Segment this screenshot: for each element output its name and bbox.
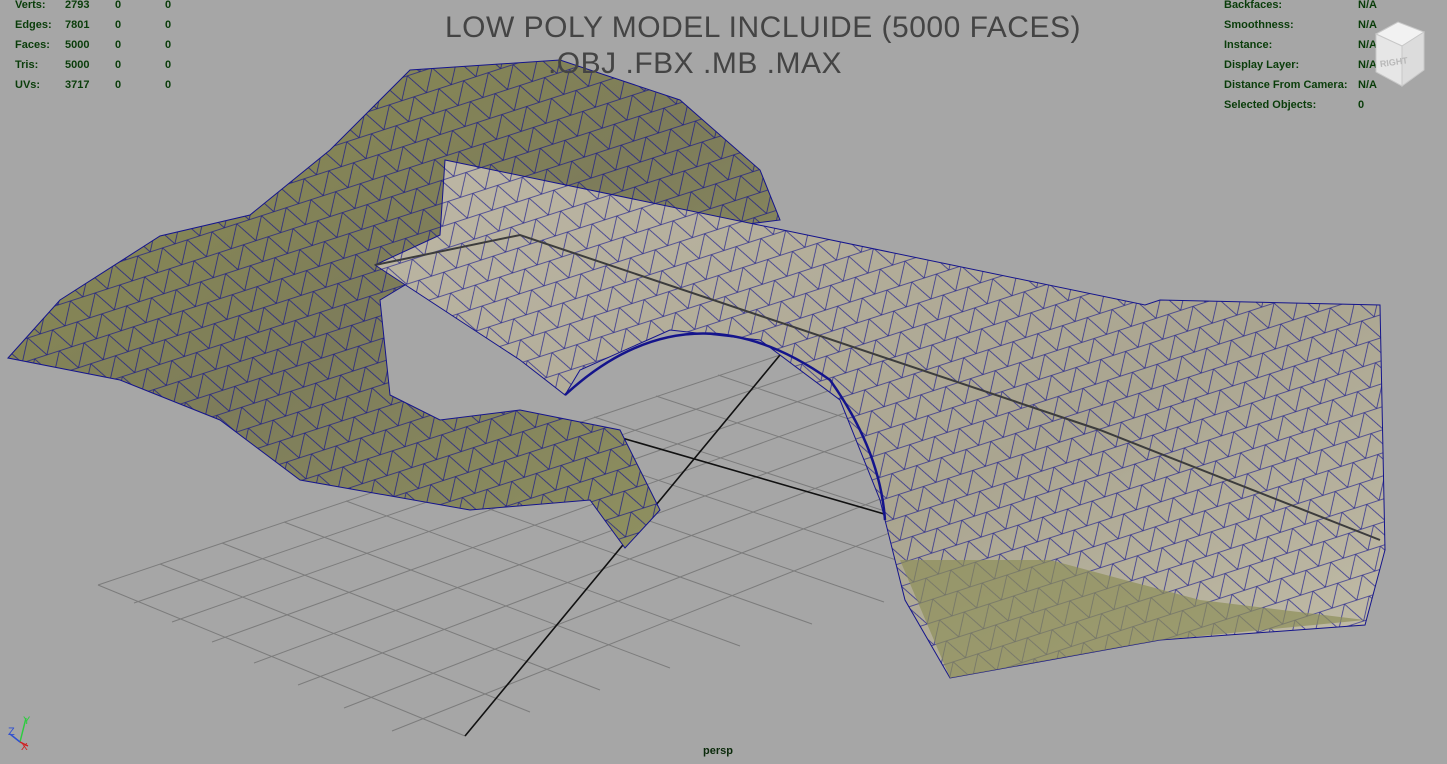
axis-gizmo: Y Z X — [8, 715, 31, 752]
title-line-1: LOW POLY MODEL INCLUIDE (5000 FACES) — [445, 11, 1081, 44]
hud-value: 5000 — [65, 39, 90, 51]
hud-value: 5000 — [65, 59, 90, 71]
hud-value: 0 — [165, 0, 172, 11]
hud-value: 7801 — [65, 19, 90, 31]
hud-value: 2793 — [65, 0, 90, 11]
title-line-2: .OBJ .FBX .MB .MAX — [547, 47, 843, 80]
hud-value: 0 — [1358, 99, 1365, 111]
axis-label-z: Z — [8, 726, 15, 738]
hud-value: 0 — [165, 59, 172, 71]
hud-value: N/A — [1358, 0, 1377, 11]
title-overlay: LOW POLY MODEL INCLUIDE (5000 FACES) .OB… — [445, 10, 1080, 82]
hud-value: 0 — [115, 39, 122, 51]
axis-label-y: Y — [23, 715, 31, 727]
hud-label: Verts: — [15, 0, 46, 11]
hud-value: 0 — [165, 79, 172, 91]
hud-label: Edges: — [15, 19, 52, 31]
camera-name-label: persp — [703, 745, 733, 757]
viewcube[interactable]: RIGHT — [1368, 20, 1428, 90]
hud-label: Instance: — [1224, 39, 1273, 51]
hud-label: Display Layer: — [1224, 59, 1300, 71]
hud-label: Backfaces: — [1224, 0, 1283, 11]
hud-value: 0 — [115, 59, 122, 71]
hud-value: 0 — [115, 0, 122, 11]
hud-label: Tris: — [15, 59, 39, 71]
axis-label-x: X — [21, 742, 28, 752]
hud-label: Smoothness: — [1224, 19, 1294, 31]
hud-value: 0 — [165, 39, 172, 51]
hud-value: 0 — [115, 79, 122, 91]
hud-value: 3717 — [65, 79, 90, 91]
hud-label: UVs: — [15, 79, 41, 91]
hud-label: Distance From Camera: — [1224, 79, 1348, 91]
hud-label: Faces: — [15, 39, 50, 51]
hud-label: Selected Objects: — [1224, 99, 1317, 111]
hud-value: 0 — [165, 19, 172, 31]
hud-value: 0 — [115, 19, 122, 31]
